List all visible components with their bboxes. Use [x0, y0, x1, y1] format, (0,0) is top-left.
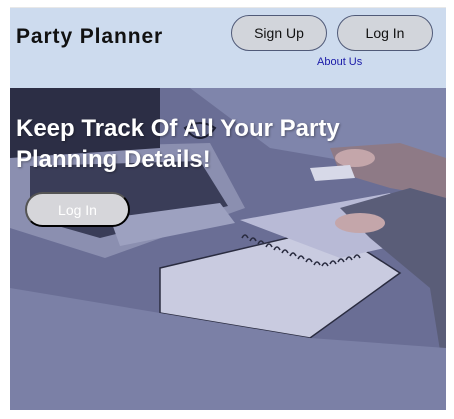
site-brand: Party Planner [16, 25, 164, 48]
about-us-link[interactable]: About Us [317, 56, 362, 68]
hero-section: Keep Track Of All Your Party Planning De… [10, 88, 446, 410]
hero-title: Keep Track Of All Your Party Planning De… [16, 115, 340, 173]
sign-up-button[interactable]: Sign Up [231, 15, 327, 51]
log-in-button[interactable]: Log In [337, 15, 433, 51]
site-header: Party Planner Sign Up Log In About Us [10, 8, 446, 88]
hero-log-in-button[interactable]: Log In [25, 192, 130, 227]
top-strip [10, 0, 446, 8]
page-frame: Party Planner Sign Up Log In About Us Ke… [10, 0, 446, 410]
